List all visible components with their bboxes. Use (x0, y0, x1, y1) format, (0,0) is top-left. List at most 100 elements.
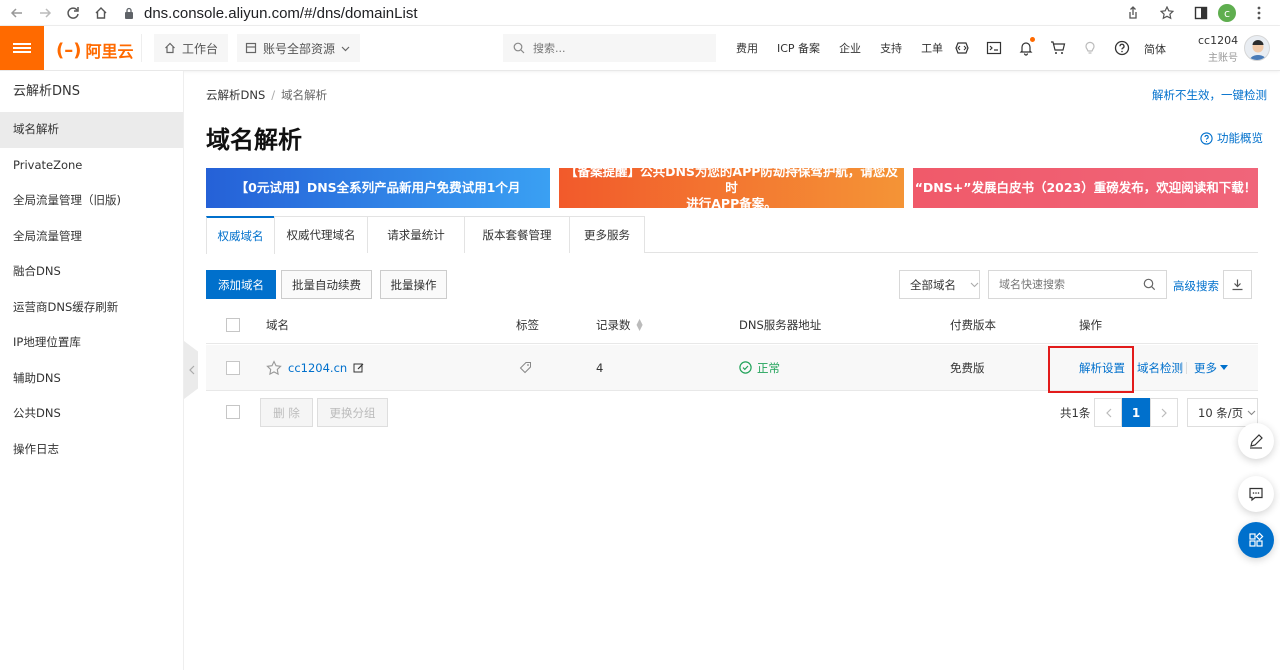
domain-search-box[interactable] (988, 270, 1167, 299)
domain-filter-select[interactable]: 全部域名 (899, 270, 980, 299)
col-dns-server: DNS服务器地址 (739, 318, 822, 332)
help-circle-icon[interactable] (1112, 38, 1132, 58)
download-button[interactable] (1223, 270, 1252, 299)
terminal-icon[interactable] (984, 38, 1004, 58)
language-switch[interactable]: 简体 (1144, 41, 1166, 57)
batch-operation-button[interactable]: 批量操作 (380, 270, 447, 299)
code-icon[interactable] (952, 38, 972, 58)
col-tag: 标签 (516, 318, 539, 332)
tab-plan-management[interactable]: 版本套餐管理 (464, 216, 570, 253)
check-circle-icon (739, 361, 752, 374)
header-link-icp[interactable]: ICP 备案 (777, 40, 820, 56)
global-search-input[interactable] (533, 41, 693, 55)
batch-auto-renew-button[interactable]: 批量自动续费 (281, 270, 372, 299)
one-click-check-link[interactable]: 解析不生效，一键检测 (1152, 87, 1267, 103)
page-size-select[interactable]: 10 条/页 (1187, 398, 1258, 427)
chevron-left-icon (188, 365, 194, 375)
page-title: 域名解析 (206, 126, 302, 154)
resource-switcher[interactable]: 账号全部资源 (237, 34, 360, 62)
header-link-ticket[interactable]: 工单 (921, 40, 943, 56)
banner-whitepaper-text: “DNS+”发展白皮书（2023）重磅发布，欢迎阅读和下载！ (914, 180, 1257, 195)
workbench-button[interactable]: 工作台 (154, 34, 229, 62)
feedback-edit-button[interactable] (1238, 423, 1274, 459)
header-link-support[interactable]: 支持 (880, 40, 902, 56)
global-search[interactable] (503, 34, 716, 62)
advanced-search-link[interactable]: 高级搜索 (1173, 278, 1219, 294)
domain-link[interactable]: cc1204.cn (288, 361, 347, 375)
banner-free-trial[interactable]: 【0元试用】DNS全系列产品新用户免费试用1个月 (206, 168, 550, 208)
row-checkbox[interactable] (226, 360, 240, 375)
search-icon[interactable] (1143, 278, 1156, 291)
banner-icp-line1: 【备案提醒】公共DNS为您的APP防劫持保驾护航，请您及时 (565, 164, 898, 195)
next-page-button[interactable] (1150, 398, 1178, 427)
share-icon[interactable] (1122, 2, 1144, 24)
banner-whitepaper[interactable]: “DNS+”发展白皮书（2023）重磅发布，欢迎阅读和下载！ (913, 168, 1258, 208)
home-icon[interactable] (90, 2, 112, 24)
footer-select-all-checkbox[interactable] (226, 405, 240, 419)
sidebar-item-privatezone[interactable]: PrivateZone (0, 148, 183, 184)
select-all-checkbox[interactable] (226, 318, 240, 332)
col-domain: 域名 (266, 318, 289, 332)
total-count: 共1条 (1060, 406, 1091, 420)
menu-button[interactable] (0, 26, 44, 70)
more-actions-dropdown[interactable]: 更多 (1194, 345, 1228, 390)
sidebar-item-converged-dns[interactable]: 融合DNS (0, 254, 183, 290)
page-1-button[interactable]: 1 (1122, 398, 1150, 427)
edit-pen-icon (1250, 434, 1263, 449)
more-vert-icon[interactable] (1248, 2, 1270, 24)
sidepanel-icon[interactable] (1190, 2, 1212, 24)
domain-search-input[interactable] (999, 278, 1129, 291)
sidebar-item-isp-cache-refresh[interactable]: 运营商DNS缓存刷新 (0, 290, 183, 326)
feature-overview-link[interactable]: 功能概览 (1200, 130, 1263, 146)
tab-more-services[interactable]: 更多服务 (569, 216, 645, 253)
banner-icp-reminder[interactable]: 【备案提醒】公共DNS为您的APP防劫持保驾护航，请您及时 进行APP备案。 (559, 164, 904, 211)
reload-icon[interactable] (62, 2, 84, 24)
sidebar-item-domain-resolution[interactable]: 域名解析 (0, 112, 183, 148)
breadcrumb-separator: / (271, 88, 276, 102)
tab-request-stats[interactable]: 请求量统计 (367, 216, 465, 253)
bulb-icon[interactable] (1080, 38, 1100, 58)
chat-button[interactable] (1238, 476, 1274, 512)
user-avatar[interactable] (1244, 35, 1270, 61)
header-divider (141, 34, 142, 62)
sort-icon[interactable]: ▲ ▼ (637, 318, 643, 332)
sidebar-item-ip-geo[interactable]: IP地理位置库 (0, 325, 183, 361)
bookmark-star-icon[interactable] (1156, 2, 1178, 24)
add-domain-button[interactable]: 添加域名 (206, 270, 276, 299)
header-link-enterprise[interactable]: 企业 (839, 40, 861, 56)
tag-icon[interactable] (519, 361, 532, 374)
chevron-down-icon (1247, 410, 1256, 416)
workbench-label: 工作台 (182, 41, 219, 56)
user-info[interactable]: cc1204 主账号 (1198, 34, 1238, 64)
star-icon[interactable] (266, 359, 282, 376)
tab-authoritative-domains[interactable]: 权威域名 (206, 216, 275, 254)
breadcrumb-root[interactable]: 云解析DNS (206, 88, 265, 102)
sidebar-title: 云解析DNS (13, 84, 80, 99)
profile-avatar[interactable]: c (1218, 4, 1236, 22)
account-type: 主账号 (1208, 53, 1238, 64)
edit-icon[interactable] (353, 362, 365, 374)
sidebar-item-secondary-dns[interactable]: 辅助DNS (0, 361, 183, 397)
sidebar-collapse-handle[interactable] (184, 341, 198, 399)
sidebar-item-operation-log[interactable]: 操作日志 (0, 432, 183, 468)
console-header: (–) 阿里云 工作台 账号全部资源 费用 ICP 备案 企业 支持 工单 (0, 26, 1280, 71)
aliyun-logo[interactable]: (–) 阿里云 (56, 38, 133, 62)
header-link-billing[interactable]: 费用 (736, 40, 758, 56)
sidebar-item-public-dns[interactable]: 公共DNS (0, 396, 183, 432)
tab-authoritative-proxy[interactable]: 权威代理域名 (274, 216, 368, 253)
prev-page-button[interactable] (1094, 398, 1122, 427)
apps-button[interactable] (1238, 522, 1274, 558)
sidebar-item-gtm[interactable]: 全局流量管理 (0, 219, 183, 255)
change-group-button[interactable]: 更换分组 (317, 398, 388, 427)
resource-label: 账号全部资源 (263, 41, 336, 56)
col-records[interactable]: 记录数 ▲ ▼ (596, 307, 643, 343)
forward-icon[interactable] (34, 2, 56, 24)
delete-button[interactable]: 删 除 (260, 398, 313, 427)
table-header: 域名 标签 记录数 ▲ ▼ DNS服务器地址 付费版本 操作 (206, 307, 1258, 344)
bell-icon[interactable] (1016, 37, 1036, 58)
cart-icon[interactable] (1048, 38, 1068, 58)
domain-check-link[interactable]: 域名检测 (1137, 345, 1183, 390)
back-icon[interactable] (6, 2, 28, 24)
sidebar-item-gtm-legacy[interactable]: 全局流量管理（旧版) (0, 183, 183, 219)
address-bar[interactable]: dns.console.aliyun.com/#/dns/domainList (124, 0, 418, 26)
